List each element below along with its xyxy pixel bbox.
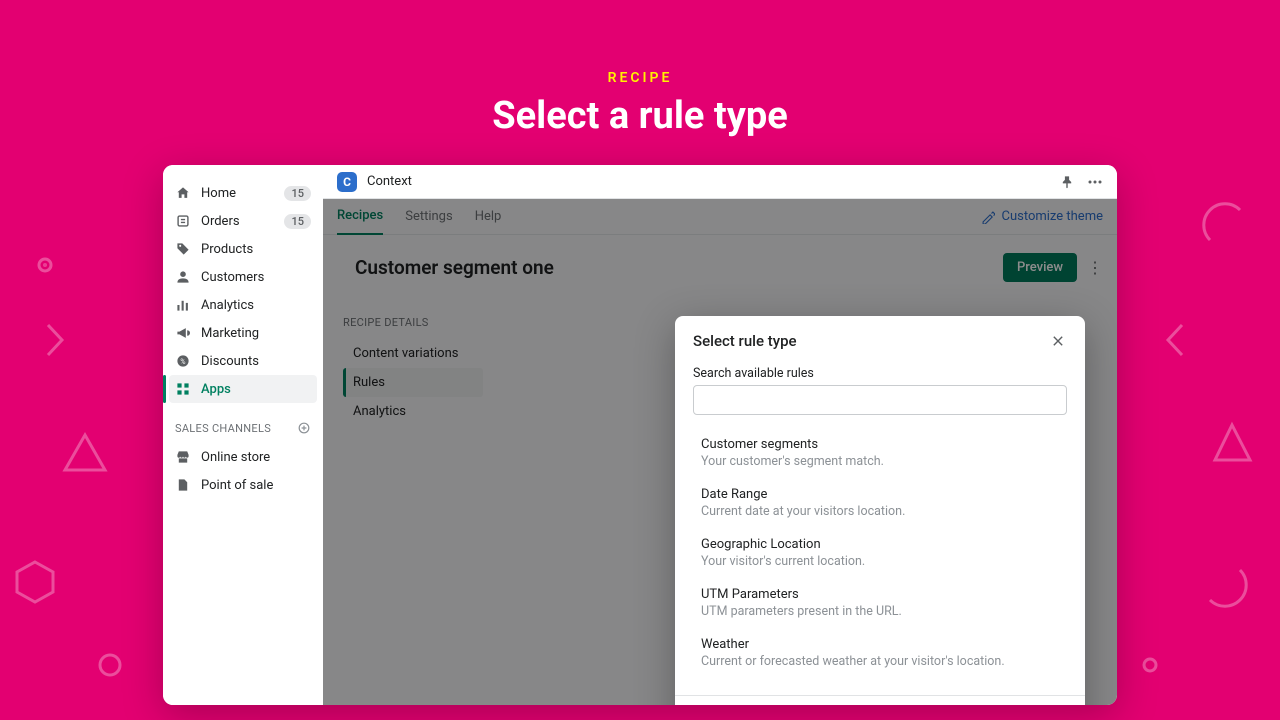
app-logo: C <box>337 172 357 192</box>
sidebar-item-label: Analytics <box>201 298 311 313</box>
sidebar-item-label: Apps <box>201 382 311 397</box>
select-rule-modal: Select rule type Search available rules … <box>675 316 1085 705</box>
discounts-icon: % <box>175 353 191 369</box>
rule-title: Customer segments <box>701 437 1067 452</box>
search-input[interactable] <box>693 385 1067 415</box>
app-title: Context <box>367 174 1049 189</box>
rule-option-weather[interactable]: Weather Current or forecasted weather at… <box>693 629 1067 679</box>
sidebar-item-marketing[interactable]: Marketing <box>163 319 323 347</box>
hero: RECIPE Select a rule type <box>0 0 1280 138</box>
main-panel: C Context Recipes Settings Help Customiz… <box>323 165 1117 705</box>
rule-option-date-range[interactable]: Date Range Current date at your visitors… <box>693 479 1067 529</box>
sidebar-item-products[interactable]: Products <box>163 235 323 263</box>
marketing-icon <box>175 325 191 341</box>
orders-icon <box>175 213 191 229</box>
sidebar-item-pos[interactable]: Point of sale <box>163 471 323 499</box>
app-window: Home 15 Orders 15 Products Customers Ana… <box>163 165 1117 705</box>
nav-badge: 15 <box>284 186 311 201</box>
rule-desc: Your customer's segment match. <box>701 454 1067 469</box>
rule-desc: Current date at your visitors location. <box>701 504 1067 519</box>
nav-badge: 15 <box>284 214 311 229</box>
sidebar: Home 15 Orders 15 Products Customers Ana… <box>163 165 323 705</box>
sidebar-item-label: Discounts <box>201 354 311 369</box>
sidebar-item-label: Orders <box>201 214 274 229</box>
sidebar-heading-text: SALES CHANNELS <box>175 422 271 435</box>
rule-desc: Current or forecasted weather at your vi… <box>701 654 1067 669</box>
close-icon[interactable] <box>1049 332 1067 350</box>
sidebar-item-apps[interactable]: Apps <box>169 375 317 403</box>
more-icon[interactable] <box>1087 174 1103 190</box>
modal-footer: Cancel <box>675 695 1085 705</box>
sidebar-item-analytics[interactable]: Analytics <box>163 291 323 319</box>
sidebar-item-label: Marketing <box>201 326 311 341</box>
sidebar-item-label: Customers <box>201 270 311 285</box>
rule-title: Date Range <box>701 487 1067 502</box>
sidebar-item-customers[interactable]: Customers <box>163 263 323 291</box>
svg-text:%: % <box>180 358 185 366</box>
apps-icon <box>175 381 191 397</box>
search-label: Search available rules <box>693 366 1067 381</box>
pos-icon <box>175 477 191 493</box>
sidebar-item-orders[interactable]: Orders 15 <box>163 207 323 235</box>
home-icon <box>175 185 191 201</box>
sidebar-channels-heading: SALES CHANNELS <box>163 403 323 443</box>
rule-title: UTM Parameters <box>701 587 1067 602</box>
rule-option-customer-segments[interactable]: Customer segments Your customer's segmen… <box>693 429 1067 479</box>
modal-body: Search available rules Customer segments… <box>675 362 1085 695</box>
topbar: C Context <box>323 165 1117 199</box>
sidebar-item-home[interactable]: Home 15 <box>163 179 323 207</box>
pin-icon[interactable] <box>1059 174 1075 190</box>
sidebar-item-discounts[interactable]: % Discounts <box>163 347 323 375</box>
sidebar-item-label: Products <box>201 242 311 257</box>
rule-list: Customer segments Your customer's segmen… <box>693 429 1067 679</box>
modal-header: Select rule type <box>675 316 1085 362</box>
modal-title: Select rule type <box>693 332 1049 350</box>
rule-title: Geographic Location <box>701 537 1067 552</box>
sidebar-item-label: Home <box>201 186 274 201</box>
sidebar-item-online-store[interactable]: Online store <box>163 443 323 471</box>
rule-title: Weather <box>701 637 1067 652</box>
products-icon <box>175 241 191 257</box>
rule-option-utm-parameters[interactable]: UTM Parameters UTM parameters present in… <box>693 579 1067 629</box>
rule-option-geographic-location[interactable]: Geographic Location Your visitor's curre… <box>693 529 1067 579</box>
hero-eyebrow: RECIPE <box>0 70 1280 86</box>
customers-icon <box>175 269 191 285</box>
rule-desc: UTM parameters present in the URL. <box>701 604 1067 619</box>
store-icon <box>175 449 191 465</box>
sidebar-item-label: Point of sale <box>201 478 311 493</box>
analytics-icon <box>175 297 191 313</box>
sidebar-item-label: Online store <box>201 450 311 465</box>
rule-desc: Your visitor's current location. <box>701 554 1067 569</box>
add-channel-icon[interactable] <box>297 421 311 435</box>
hero-title: Select a rule type <box>0 94 1280 138</box>
